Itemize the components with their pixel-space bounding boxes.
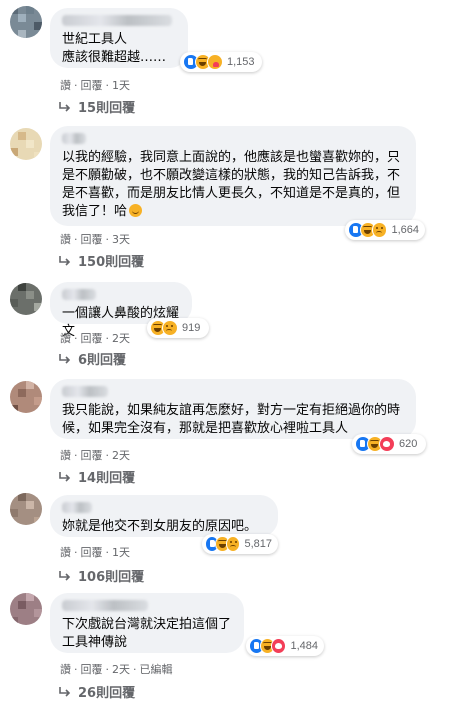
comment-bubble: 我只能說，如果純友誼再怎麼好，對方一定有拒絕過你的時候，如果完全沒有，那就是把喜… <box>50 379 416 439</box>
reply-arrow-icon <box>59 570 71 581</box>
reaction-count: 620 <box>399 438 418 450</box>
reaction-summary[interactable]: 919 <box>147 318 209 338</box>
reply-arrow-icon <box>59 255 71 266</box>
reaction-summary[interactable]: 1,153 <box>180 52 262 72</box>
comment-actions: 讚 · 回覆 · 1天 <box>60 546 130 559</box>
timestamp[interactable]: 1天 <box>112 79 130 92</box>
reaction-count: 1,153 <box>227 56 255 68</box>
sad-reaction-icon <box>225 536 241 552</box>
reply-link[interactable]: 回覆 <box>81 79 103 92</box>
timestamp[interactable]: 2天 <box>112 663 130 676</box>
comment-actions: 讚 · 回覆 · 2天 · 已編輯 <box>60 663 173 676</box>
avatar[interactable] <box>10 593 42 625</box>
reaction-count: 5,817 <box>244 538 272 550</box>
view-replies-link[interactable]: 14則回覆 <box>58 467 135 486</box>
avatar[interactable] <box>10 283 42 315</box>
reply-link[interactable]: 回覆 <box>81 332 103 345</box>
commenter-name[interactable] <box>62 600 148 611</box>
avatar[interactable] <box>10 381 42 413</box>
reaction-count: 919 <box>182 322 201 334</box>
comment-actions: 讚 · 回覆 · 2天 <box>60 332 130 345</box>
grinning-emoji-icon <box>129 204 143 217</box>
like-link[interactable]: 讚 <box>60 332 71 345</box>
view-replies-link[interactable]: 106則回覆 <box>58 566 144 585</box>
commenter-name[interactable] <box>62 386 108 397</box>
comment-text: 下次戲說台灣就決定拍這個了 工具神傳說 <box>62 617 232 650</box>
edited-label[interactable]: 已編輯 <box>140 663 173 676</box>
reply-link[interactable]: 回覆 <box>81 546 103 559</box>
comment-actions: 讚 · 回覆 · 1天 <box>60 79 130 92</box>
reply-link[interactable]: 回覆 <box>81 663 103 676</box>
comment-text: 世紀工具人 應該很難超越…… <box>62 32 167 65</box>
reply-arrow-icon <box>59 471 71 482</box>
comment-bubble: 下次戲說台灣就決定拍這個了 工具神傳說 <box>50 593 244 653</box>
reply-arrow-icon <box>59 686 71 697</box>
replies-label: 14則回覆 <box>78 471 136 486</box>
reaction-summary[interactable]: 1,484 <box>246 636 324 656</box>
avatar[interactable] <box>10 128 42 160</box>
reply-arrow-icon <box>59 101 71 112</box>
view-replies-link[interactable]: 6則回覆 <box>58 349 126 368</box>
replies-label: 6則回覆 <box>78 353 127 368</box>
like-link[interactable]: 讚 <box>60 233 71 246</box>
comment-bubble: 妳就是他交不到女朋友的原因吧。 <box>50 495 278 537</box>
reply-arrow-icon <box>59 353 71 364</box>
like-link[interactable]: 讚 <box>60 663 71 676</box>
reaction-summary[interactable]: 620 <box>352 434 426 454</box>
replies-label: 106則回覆 <box>78 570 145 585</box>
sad-reaction-icon <box>371 222 388 238</box>
comment-bubble: 世紀工具人 應該很難超越…… <box>50 8 188 68</box>
reaction-count: 1,664 <box>391 224 420 236</box>
timestamp[interactable]: 2天 <box>112 332 130 345</box>
view-replies-link[interactable]: 150則回覆 <box>58 251 144 270</box>
avatar[interactable] <box>10 493 42 525</box>
timestamp[interactable]: 1天 <box>112 546 130 559</box>
replies-label: 150則回覆 <box>78 255 145 270</box>
commenter-name[interactable] <box>62 15 172 26</box>
commenter-name[interactable] <box>62 133 86 144</box>
timestamp[interactable]: 2天 <box>112 449 130 462</box>
reaction-summary[interactable]: 5,817 <box>202 534 278 554</box>
like-link[interactable]: 讚 <box>60 449 71 462</box>
commenter-name[interactable] <box>62 502 92 513</box>
reply-link[interactable]: 回覆 <box>81 449 103 462</box>
avatar[interactable] <box>10 6 42 38</box>
comment-actions: 讚 · 回覆 · 2天 <box>60 449 130 462</box>
reply-link[interactable]: 回覆 <box>81 233 103 246</box>
like-link[interactable]: 讚 <box>60 79 71 92</box>
comment-text: 我只能說，如果純友誼再怎麼好，對方一定有拒絕過你的時候，如果完全沒有，那就是把喜… <box>62 403 401 436</box>
commenter-name[interactable] <box>62 289 96 300</box>
replies-label: 15則回覆 <box>78 101 136 116</box>
reaction-summary[interactable]: 1,664 <box>345 220 425 240</box>
comment-bubble: 以我的經驗，我同意上面說的，他應該是也蠻喜歡妳的，只是不願勸破，也不願改變這樣的… <box>50 126 416 226</box>
like-link[interactable]: 讚 <box>60 546 71 559</box>
love-reaction-icon <box>271 638 287 654</box>
replies-label: 26則回覆 <box>78 686 136 701</box>
view-replies-link[interactable]: 26則回覆 <box>58 682 135 701</box>
care-reaction-icon <box>207 54 223 70</box>
comment-text: 以我的經驗，我同意上面說的，他應該是也蠻喜歡妳的，只是不願勸破，也不願改變這樣的… <box>62 150 401 219</box>
love-reaction-icon <box>379 436 395 452</box>
reaction-count: 1,484 <box>290 640 318 652</box>
view-replies-link[interactable]: 15則回覆 <box>58 97 135 116</box>
timestamp[interactable]: 3天 <box>112 233 130 246</box>
comment-actions: 讚 · 回覆 · 3天 <box>60 233 130 246</box>
sad-reaction-icon <box>162 320 178 336</box>
